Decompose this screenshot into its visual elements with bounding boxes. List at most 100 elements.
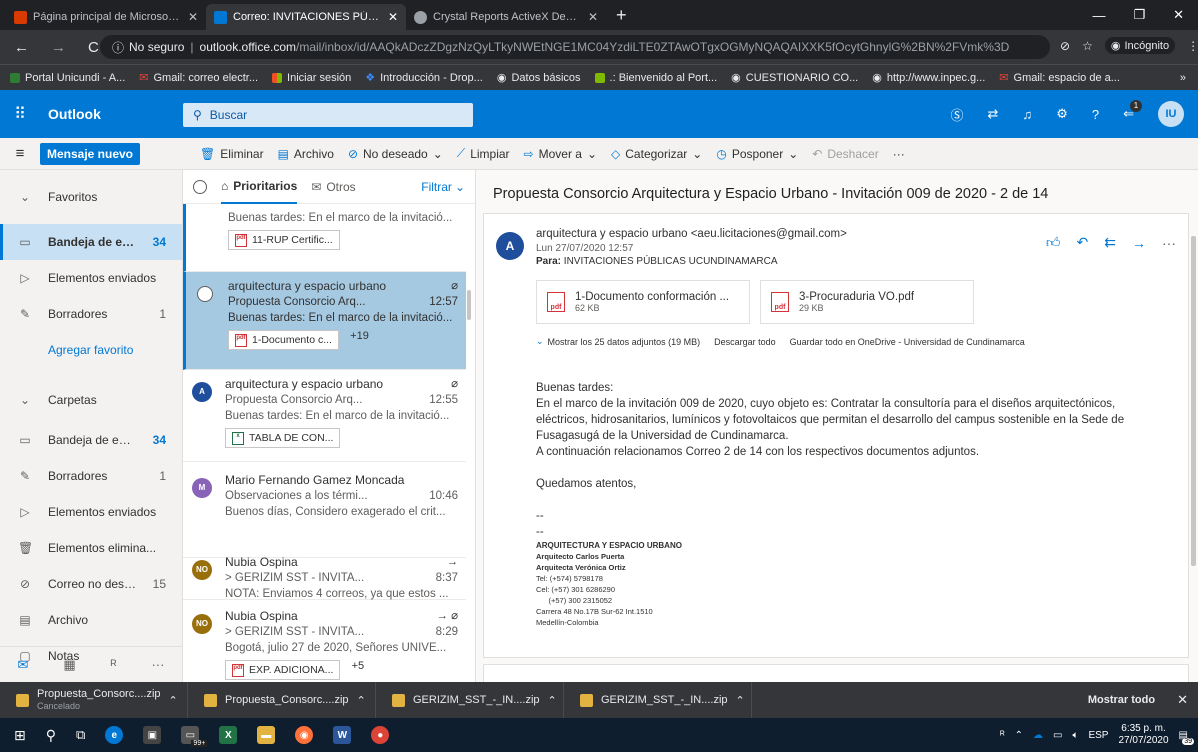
star-icon[interactable]: ☆ [1082, 39, 1093, 53]
list-item[interactable]: arquitectura y espacio urbano ⌀ Propuesta… [183, 272, 466, 370]
teams-icon[interactable]: ⇄ [988, 106, 999, 122]
reply-all-icon[interactable]: ⇇ [1104, 234, 1116, 251]
recipient[interactable]: INVITACIONES PÚBLICAS UCUNDINAMARCA [564, 256, 778, 267]
attachment-chip[interactable]: pdf 1-Documento c... [228, 330, 339, 350]
windows-start-icon[interactable]: ⊞ [14, 727, 26, 744]
nav-folder-drafts[interactable]: ✎ Borradores 1 [0, 458, 182, 494]
word-icon[interactable]: W [333, 726, 352, 744]
show-all-attachments[interactable]: ⌄ Mostrar los 25 datos adjuntos (19 MB) [536, 336, 700, 347]
browser-tab-1[interactable]: Correo: INVITACIONES PÚBLICAS ✕ [206, 4, 406, 30]
bookmark-item[interactable]: ◉ CUESTIONARIO CO... [731, 71, 858, 85]
people-icon[interactable]: ᴿ [1000, 730, 1005, 741]
tab-focused[interactable]: ⌂ Prioritarios [221, 170, 298, 204]
bookmark-item[interactable]: .: Bienvenido al Port... [594, 72, 717, 84]
more-attachments[interactable]: +5 [352, 660, 365, 672]
firefox-icon[interactable]: ◉ [295, 726, 314, 744]
download-item[interactable]: GERIZIM_SST_-_IN....zip ⌃ [564, 682, 752, 718]
volume-icon[interactable]: 🔈︎ [1072, 730, 1078, 741]
nav-fav-inbox[interactable]: ▭ Bandeja de en... 34 [0, 224, 182, 260]
list-item[interactable]: M Mario Fernando Gamez Moncada Observaci… [183, 462, 466, 558]
more-apps-icon[interactable]: ··· [151, 657, 164, 672]
forward-icon[interactable]: → [51, 39, 66, 56]
nav-folder-deleted[interactable]: 🗑 Elementos elimina... [0, 530, 182, 566]
chevron-up-icon[interactable]: ⌃ [548, 694, 557, 707]
task-view-icon[interactable]: ⧉ [76, 727, 85, 743]
chevron-up-icon[interactable]: ⌃ [169, 694, 178, 707]
archive-button[interactable]: ▤ Archivo [278, 147, 334, 161]
more-commands[interactable]: ··· [893, 147, 905, 161]
list-item[interactable]: NO Nubia Ospina → ⌀ > GERIZIM SST - INVIT… [183, 602, 466, 682]
app-launcher-icon[interactable]: ⠿ [0, 104, 40, 124]
reply-icon[interactable]: ↶ [1077, 234, 1089, 251]
search-input[interactable]: Buscar [210, 108, 247, 122]
attachment-card[interactable]: pdf 3-Procuraduria VO.pdf 29 KB [760, 280, 974, 324]
download-item[interactable]: GERIZIM_SST_-_IN....zip ⌃ [376, 682, 564, 718]
gear-icon[interactable]: ⚙ [1056, 106, 1068, 122]
chrome-icon[interactable]: ● [371, 726, 390, 744]
bookmark-item[interactable]: ◉ Datos básicos [497, 71, 581, 85]
network-icon[interactable]: ▭ [1053, 730, 1062, 741]
maximize-icon[interactable]: ❐ [1133, 7, 1145, 23]
reload-icon[interactable]: C [88, 39, 99, 56]
store-icon[interactable]: ▣ [143, 726, 162, 744]
minimize-icon[interactable]: — [1092, 8, 1105, 23]
notification-icon[interactable]: ▤ 39 [1179, 730, 1194, 745]
hamburger-icon[interactable]: ≡ [0, 145, 40, 162]
bookmark-item[interactable]: ❖ Introducción - Drop... [365, 71, 483, 85]
delete-button[interactable]: 🗑 Eliminar [200, 147, 264, 161]
browser-tab-0[interactable]: Página principal de Microsoft Off ✕ [6, 4, 206, 30]
clock[interactable]: 6:35 p. m. 27/07/2020 [1118, 723, 1168, 747]
select-circle[interactable] [197, 286, 213, 302]
chevron-up-icon[interactable]: ⌃ [1015, 730, 1023, 741]
save-onedrive-link[interactable]: Guardar todo en OneDrive - Universidad d… [790, 337, 1025, 347]
new-message-button[interactable]: Mensaje nuevo [40, 143, 140, 165]
reading-scrollbar[interactable] [1191, 236, 1196, 566]
list-scrollbar[interactable] [467, 290, 471, 320]
url-bar[interactable]: ⓘ No seguro | outlook.office.com /mail/i… [100, 35, 1050, 59]
back-icon[interactable]: ← [14, 39, 29, 56]
folders-header[interactable]: ⌄ Carpetas [0, 368, 182, 422]
excel-icon[interactable]: X [219, 726, 238, 744]
more-actions-icon[interactable]: ··· [1162, 235, 1176, 251]
show-all-downloads-button[interactable]: Mostrar todo [1088, 694, 1155, 706]
menu-dots-icon[interactable]: ⋮ [1187, 39, 1198, 53]
avatar[interactable]: IU [1158, 101, 1184, 127]
info-icon[interactable]: ⓘ [112, 39, 124, 56]
nav-fav-drafts[interactable]: ✎ Borradores 1 [0, 296, 182, 332]
bell-icon[interactable]: ♫ [1022, 107, 1032, 122]
browser-tab-2[interactable]: Crystal Reports ActiveX Designer ✕ [406, 4, 606, 30]
new-tab-button[interactable]: + [616, 5, 627, 26]
close-downloads-icon[interactable]: ✕ [1177, 692, 1188, 708]
close-tab-icon[interactable]: ✕ [188, 10, 198, 24]
close-window-icon[interactable]: ✕ [1173, 7, 1184, 23]
search-box[interactable]: ⚲ Buscar [183, 103, 473, 127]
nav-folder-inbox[interactable]: ▭ Bandeja de ent... 34 [0, 422, 182, 458]
help-icon[interactable]: ? [1092, 107, 1099, 122]
onedrive-icon[interactable]: ☁ [1033, 730, 1043, 741]
categorize-button[interactable]: ◇ Categorizar ⌄ [611, 147, 702, 161]
attachment-chip[interactable]: x TABLA DE CON... [225, 428, 341, 448]
junk-button[interactable]: ⊘ No deseado ⌄ [348, 147, 443, 161]
language-indicator[interactable]: ESP [1088, 730, 1108, 741]
search-icon[interactable]: ⚲ [46, 727, 56, 744]
sweep-button[interactable]: ⟋ Limpiar [457, 146, 510, 161]
bookmark-item[interactable]: Portal Unicundi - A... [10, 72, 125, 84]
chevron-up-icon[interactable]: ⌃ [736, 694, 745, 707]
more-attachments[interactable]: +19 [350, 330, 369, 342]
bookmark-item[interactable]: ✉ Gmail: espacio de a... [999, 71, 1120, 85]
incognito-badge[interactable]: ◉ Incógnito [1104, 37, 1176, 54]
close-tab-icon[interactable]: ✕ [588, 10, 598, 24]
chevron-up-icon[interactable]: ⌃ [357, 694, 366, 707]
list-item[interactable]: NO Nubia Ospina → > GERIZIM SST - INVITA.… [183, 550, 466, 600]
nav-fav-sent[interactable]: ▷ Elementos enviados [0, 260, 182, 296]
add-favorite-link[interactable]: Agregar favorito [0, 332, 182, 368]
attachment-card[interactable]: pdf 1-Documento conformación ... 62 KB [536, 280, 750, 324]
skype-icon[interactable]: Ⓢ [951, 105, 964, 124]
undo-button[interactable]: ↶ Deshacer [812, 147, 878, 161]
sender[interactable]: arquitectura y espacio urbano <aeu.licit… [536, 226, 847, 242]
move-button[interactable]: ⇨ Mover a ⌄ [524, 147, 597, 161]
calendar-icon[interactable]: ▦ [63, 657, 75, 673]
download-item[interactable]: Propuesta_Consorc....zip Cancelado ⌃ [0, 682, 188, 718]
app-name[interactable]: Outlook [48, 106, 101, 122]
tab-other[interactable]: ✉ Otros [311, 180, 355, 194]
